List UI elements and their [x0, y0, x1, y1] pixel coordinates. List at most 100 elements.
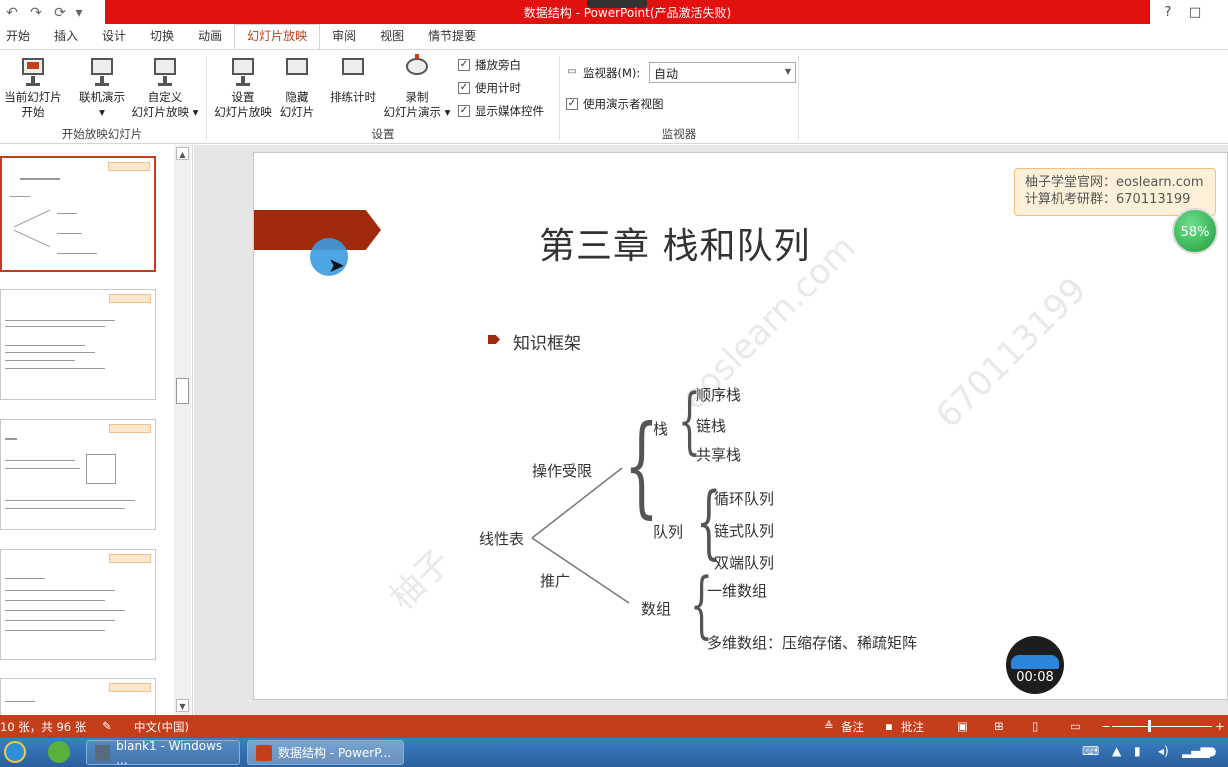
notification-icon[interactable]: ● [1206, 744, 1216, 758]
slide-thumbnail[interactable] [0, 289, 156, 400]
comments-icon[interactable]: ▪ [885, 719, 893, 733]
scroll-up-icon[interactable]: ▲ [176, 147, 189, 160]
slide-thumbnail[interactable] [0, 156, 156, 272]
from-current-slide-button[interactable]: 当前幻灯片 开始 [0, 56, 66, 120]
tree-array-item: 多维数组：压缩存储、稀疏矩阵 [707, 634, 918, 652]
play-narrations-checkbox[interactable]: ✓ 播放旁白 [458, 57, 521, 73]
title-banner: 数据结构 - PowerPoint(产品激活失败) [105, 0, 1150, 24]
slide-canvas[interactable]: eoslearn.com 670113199 柚子 第三章 栈和队列 知识框架 … [253, 152, 1228, 700]
hide-label-1: 隐藏 [285, 90, 309, 104]
tray-expand-icon[interactable]: ▲ [1112, 744, 1121, 758]
slide-title[interactable]: 第三章 栈和队列 [539, 217, 810, 269]
tab-storyboarding[interactable]: 情节提要 [416, 25, 488, 49]
checkbox-presenter[interactable]: ✓ [566, 98, 578, 110]
tree-root: 线性表 [479, 530, 525, 548]
notes-icon[interactable]: ≙ [824, 719, 834, 733]
chevron-down-icon: ▾ [99, 105, 105, 119]
tree-stack-item: 顺序栈 [696, 386, 742, 404]
zoom-out-icon[interactable]: − [1101, 719, 1111, 733]
volume-icon[interactable]: ◂) [1158, 744, 1169, 758]
presenter-view-checkbox[interactable]: ✓ 使用演示者视图 [566, 96, 664, 112]
zoom-in-icon[interactable]: + [1215, 719, 1225, 733]
monitor-value: 自动 [654, 67, 679, 81]
use-timings-checkbox[interactable]: ✓ 使用计时 [458, 80, 521, 96]
group-label-setup: 设置 [371, 127, 395, 141]
device-icon[interactable]: ▮ [1134, 744, 1141, 758]
window-title: 数据结构 - PowerPoint(产品激活失败) [523, 6, 732, 20]
tab-view[interactable]: 视图 [368, 25, 416, 49]
timings-label: 使用计时 [475, 81, 521, 95]
setup-slideshow-button[interactable]: 设置 幻灯片放映 [211, 56, 275, 120]
ribbon-display-icon[interactable]: □ [1182, 0, 1208, 25]
checkbox-timings[interactable]: ✓ [458, 82, 470, 94]
recording-timer[interactable]: 00:08 [1006, 636, 1064, 694]
keyboard-icon[interactable]: ⌨ [1082, 744, 1099, 758]
quick-access-toolbar: ↶ ↷ ⟳ ▾ [0, 0, 84, 25]
monitor-small-icon: ▭ [566, 66, 578, 79]
slide-thumbnails-pane: ▲ ▼ [0, 145, 193, 718]
browser-icon[interactable] [48, 741, 70, 763]
monitor-dropdown[interactable]: 自动 ▼ [649, 62, 796, 83]
checkbox-media[interactable]: ✓ [458, 105, 470, 117]
notes-button[interactable]: 备注 [841, 719, 864, 735]
tab-design[interactable]: 设计 [90, 25, 138, 49]
slide-thumbnail[interactable] [0, 678, 156, 718]
tree-stack-item: 链栈 [696, 417, 727, 435]
tree-array-item: 一维数组 [707, 582, 768, 600]
slideshow-view-icon[interactable]: ▭ [1070, 719, 1081, 733]
tab-insert[interactable]: 插入 [42, 25, 90, 49]
customize-qat-icon[interactable]: ▾ [74, 5, 84, 21]
tab-transitions[interactable]: 切换 [138, 25, 186, 49]
thumbnails-scrollbar[interactable]: ▲ ▼ [174, 145, 191, 715]
taskbar-item-label: blank1 - Windows ... [116, 738, 223, 767]
tree-queue: 队列 [653, 523, 684, 541]
taskbar-item-blank1[interactable]: blank1 - Windows ... [86, 738, 240, 767]
promo-line-2: 计算机考研群：670113199 [1025, 192, 1191, 207]
scroll-down-icon[interactable]: ▼ [176, 699, 189, 712]
divider [798, 56, 799, 140]
tab-review[interactable]: 审阅 [320, 25, 368, 49]
reading-view-icon[interactable]: ▯ [1032, 719, 1038, 733]
performance-badge[interactable]: 58% [1172, 208, 1218, 254]
knowledge-tree-diagram[interactable]: 线性表 操作受限 推广 { 栈 队列 { 顺序栈 链栈 共享栈 { 循环队列 链… [464, 368, 984, 668]
hide-slide-button[interactable]: 隐藏 幻灯片 [276, 56, 318, 120]
bullet-text[interactable]: 知识框架 [513, 329, 581, 354]
tree-queue-item: 循环队列 [714, 490, 775, 508]
windows-taskbar: blank1 - Windows ... 数据结构 - PowerP... ⌨ … [0, 738, 1228, 767]
monitor-label: 监视器(M): [583, 66, 641, 80]
present-online-button[interactable]: 联机演示 ▾ [72, 56, 132, 120]
slide-count: 10 张，共 96 张 [0, 720, 87, 734]
redo-icon[interactable]: ↷ [26, 5, 46, 21]
tab-animations[interactable]: 动画 [186, 25, 234, 49]
language[interactable]: 中文(中国) [134, 719, 189, 735]
record-label-1: 录制 [405, 90, 429, 104]
slide-thumbnail[interactable] [0, 419, 156, 530]
scroll-thumb[interactable] [176, 378, 189, 404]
spellcheck-icon[interactable]: ✎ [102, 719, 112, 733]
checkbox-narration[interactable]: ✓ [458, 59, 470, 71]
custom-slideshow-button[interactable]: 自定义 幻灯片放映 ▾ [128, 56, 202, 120]
record-slideshow-button[interactable]: 录制 幻灯片演示 ▾ [380, 54, 454, 120]
start-from-beginning-icon[interactable]: ⟳ [50, 5, 70, 21]
undo-icon[interactable]: ↶ [2, 5, 22, 21]
help-icon[interactable]: ? [1155, 0, 1181, 25]
setup-icon [228, 56, 258, 88]
zoom-slider-knob[interactable] [1148, 720, 1151, 732]
globe-monitor-icon [87, 56, 117, 88]
slide-thumbnail[interactable] [0, 549, 156, 660]
show-media-controls-checkbox[interactable]: ✓ 显示媒体控件 [458, 103, 544, 119]
zoom-slider[interactable] [1112, 726, 1212, 727]
taskbar-item-powerpoint[interactable]: 数据结构 - PowerP... [247, 740, 404, 765]
bullet-arrow-icon [488, 335, 500, 344]
tab-home[interactable]: 开始 [0, 25, 42, 49]
ie-icon[interactable] [4, 741, 26, 763]
slide-sorter-icon[interactable]: ⊞ [994, 719, 1004, 733]
comments-button[interactable]: 批注 [901, 719, 924, 735]
present-online-label: 联机演示 [79, 90, 125, 104]
powerpoint-window: ↶ ↷ ⟳ ▾ 数据结构 - PowerPoint(产品激活失败) ? □ 开始… [0, 0, 1228, 767]
tab-slideshow[interactable]: 幻灯片放映 [234, 24, 321, 49]
media-label: 显示媒体控件 [475, 104, 544, 118]
normal-view-icon[interactable]: ▣ [957, 719, 968, 733]
rehearse-timings-button[interactable]: 排练计时 [326, 56, 380, 105]
presenter-label: 使用演示者视图 [583, 97, 664, 111]
